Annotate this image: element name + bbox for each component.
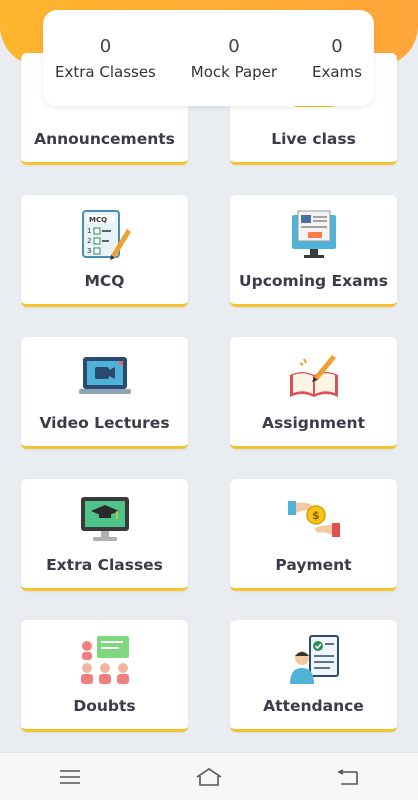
tile-label: Live class (271, 130, 356, 148)
system-nav-bar (0, 752, 418, 800)
tile-attendance[interactable]: Attendance (230, 620, 397, 732)
monitor-graduation-icon (80, 497, 129, 541)
tile-label: Assignment (262, 414, 365, 432)
tile-video-lectures[interactable]: Video Lectures (21, 337, 188, 449)
stat-exams[interactable]: 0 Exams (312, 36, 362, 81)
svg-text:MCQ: MCQ (89, 216, 107, 224)
stat-label: Extra Classes (55, 62, 156, 81)
tile-extra-classes[interactable]: Extra Classes (21, 479, 188, 591)
tile-mcq[interactable]: MCQ 1 2 3 MCQ (21, 195, 188, 307)
menu-button[interactable] (50, 757, 90, 797)
stat-mock-paper[interactable]: 0 Mock Paper (191, 36, 277, 81)
stat-value: 0 (331, 35, 343, 57)
tile-label: MCQ (84, 272, 125, 290)
back-icon (337, 768, 359, 785)
tile-label: Doubts (73, 697, 136, 715)
tile-label: Extra Classes (46, 556, 163, 574)
tile-assignment[interactable]: Assignment (230, 337, 397, 449)
tile-label: Payment (275, 556, 352, 574)
video-laptop-icon (78, 357, 131, 394)
tile-label: Video Lectures (39, 414, 170, 432)
svg-text:1: 1 (87, 227, 91, 235)
svg-text:3: 3 (87, 247, 91, 255)
feature-grid: Announcements Live class MCQ 1 2 3 MCQ U… (0, 0, 418, 752)
tile-payment[interactable]: $ Payment (230, 479, 397, 591)
home-button[interactable] (189, 757, 229, 797)
tile-label: Upcoming Exams (239, 272, 388, 290)
tile-doubts[interactable]: Doubts (21, 620, 188, 732)
attendance-checklist-icon (289, 635, 339, 684)
tile-label: Announcements (34, 130, 175, 148)
exam-screen-icon (291, 210, 336, 258)
tile-upcoming-exams[interactable]: Upcoming Exams (230, 195, 397, 307)
stat-value: 0 (228, 35, 240, 57)
back-button[interactable] (328, 757, 368, 797)
home-icon (196, 767, 222, 786)
tile-label: Attendance (263, 697, 364, 715)
stats-card: 0 Extra Classes 0 Mock Paper 0 Exams (43, 10, 374, 106)
svg-text:2: 2 (87, 237, 91, 245)
book-pencil-icon (289, 355, 338, 397)
stat-extra-classes[interactable]: 0 Extra Classes (55, 36, 156, 81)
stat-label: Exams (312, 62, 362, 81)
stat-value: 0 (99, 35, 112, 57)
svg-text:$: $ (312, 509, 320, 522)
payment-coin-icon: $ (287, 501, 340, 537)
stat-label: Mock Paper (190, 62, 278, 81)
doubt-group-icon (80, 636, 129, 684)
mcq-icon: MCQ 1 2 3 (81, 210, 131, 260)
menu-icon (59, 769, 80, 784)
